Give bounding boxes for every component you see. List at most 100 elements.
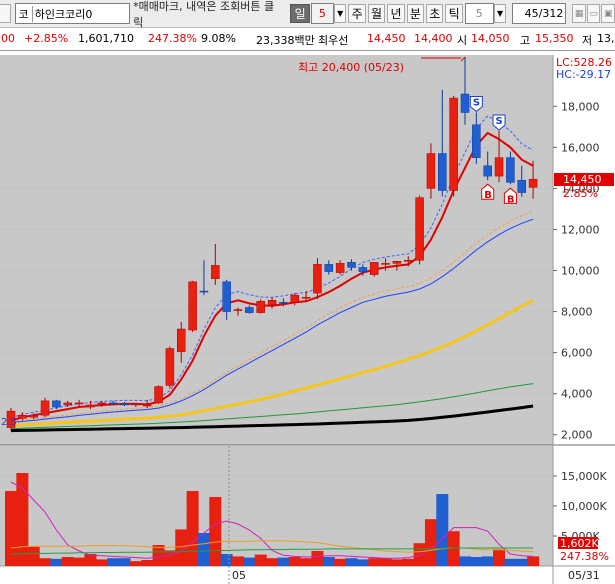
candle-body (188, 281, 197, 331)
candle-body (222, 281, 231, 312)
volume-bar (73, 557, 86, 566)
candle-body (369, 262, 379, 275)
price-tick-label: 16,000 (561, 141, 600, 154)
volume-bar (163, 550, 176, 566)
quote-info-bar: 00 +2.85% 1,601,710 247.38% 9.08% 23,338… (0, 28, 615, 51)
volume-bar (390, 559, 403, 566)
market-button[interactable] (0, 4, 11, 23)
candle-body (494, 157, 504, 177)
candle-body (472, 124, 481, 158)
candle-body (154, 386, 163, 404)
price-tick-label: 6,000 (561, 347, 593, 360)
current-volume-text: 1,602K (560, 537, 599, 550)
candle-body (324, 264, 334, 272)
low-label: 저 (582, 34, 593, 47)
candle-body (177, 328, 186, 352)
current-price-text: 14,450 (563, 173, 602, 186)
volume-bar (334, 558, 347, 566)
candle-body (279, 302, 288, 304)
volume-bar (493, 549, 506, 566)
page-counter[interactable]: 45/312 (512, 3, 567, 24)
priority-label: 최우선 (318, 34, 349, 47)
candle-body (52, 400, 61, 408)
period-value-input[interactable]: 5 (310, 3, 334, 24)
volume-bar (504, 558, 517, 566)
open-label: 시 (457, 34, 468, 47)
candle-body (290, 294, 299, 303)
date-axis-bg (0, 566, 615, 584)
volume-bar (413, 543, 426, 566)
volume-tick-label: 15,000K (561, 470, 607, 483)
period-year-button[interactable]: 년 (387, 4, 405, 23)
sell-marker-label: S (496, 116, 503, 127)
candle-body (460, 93, 470, 113)
candle-body (517, 179, 526, 193)
volume-bar (5, 491, 17, 566)
volume-bar (345, 558, 358, 566)
period-dropdown-icon[interactable]: ▼ (333, 4, 347, 23)
chart-toolbar: 코 하인크코리0 *매매마크, 내역은 조회버튼 클릭 일 5 ▼ 주 월 년 … (0, 0, 615, 29)
open-price: 14,050 (471, 32, 510, 45)
period-day-button[interactable]: 일 (290, 4, 310, 23)
page-current: 45 (524, 7, 539, 20)
volume-ratio: 247.38% (148, 32, 197, 45)
stock-chart[interactable]: SSB B 18,00016,00014,00012,00010,0008,000… (0, 51, 615, 584)
price-axis-bg (553, 55, 615, 445)
candle-body (120, 403, 129, 406)
period-second-button[interactable]: 초 (426, 4, 444, 23)
candle-body (18, 414, 27, 419)
priority-buy-price: 14,400 (414, 32, 453, 45)
volume-bar (39, 558, 52, 566)
candle-body (347, 262, 356, 268)
candle-body (335, 263, 345, 273)
volume-bar (209, 497, 222, 566)
candle-body (381, 263, 390, 265)
volume-bar (527, 556, 540, 566)
period-week-button[interactable]: 주 (348, 4, 366, 23)
period-minute-button[interactable]: 분 (406, 4, 425, 23)
page-total: /312 (538, 7, 564, 20)
zoom-in-icon[interactable]: ▣ (601, 4, 615, 23)
grid-toggle-icon[interactable]: ▦ (572, 4, 586, 23)
tick-value-input[interactable]: 5 (464, 3, 494, 24)
high-price: 15,350 (535, 32, 574, 45)
candle-body (483, 165, 492, 177)
buy-marker-label: B (484, 190, 492, 201)
volume-bar (515, 558, 528, 566)
volume-bar (186, 491, 199, 566)
period-month-button[interactable]: 월 (367, 4, 386, 23)
priority-sell-price: 14,450 (367, 32, 406, 45)
candle-body (404, 260, 413, 262)
period-tick-button[interactable]: 틱 (445, 4, 463, 23)
price-tick-label: 18,000 (561, 100, 600, 113)
candle-body (245, 307, 254, 313)
candle-body (97, 402, 107, 405)
trade-amount: 23,338백만 (256, 34, 315, 47)
volume-bar (27, 546, 40, 566)
candle-body (233, 309, 243, 311)
volume-bar (322, 557, 335, 566)
volume-bar (61, 557, 74, 566)
sell-marker-label: S (473, 97, 480, 108)
candle-body (142, 404, 152, 407)
zoom-out-icon[interactable]: ▭ (586, 4, 601, 23)
stock-name: 하인크코리0 (34, 7, 93, 21)
tick-dropdown-icon[interactable]: ▼ (493, 4, 507, 23)
candle-body (392, 261, 402, 264)
candle-body (211, 265, 220, 279)
volume-bar (459, 556, 471, 566)
stock-selector[interactable]: 코 하인크코리0 (14, 3, 131, 24)
volume-bar (481, 556, 494, 566)
candle-body (131, 403, 141, 406)
candle-body (256, 301, 265, 313)
price-panel-bg (0, 55, 553, 445)
date-label-0531: 05/31 (568, 569, 600, 582)
candle-body (29, 414, 38, 418)
price-tick-label: 12,000 (561, 223, 600, 236)
low-price: 13, (597, 32, 615, 45)
info-prefix: 00 (1, 32, 15, 45)
volume-bar (311, 551, 324, 566)
volume-bar (95, 559, 108, 566)
candle-body (415, 197, 424, 261)
candle-body (358, 267, 368, 272)
